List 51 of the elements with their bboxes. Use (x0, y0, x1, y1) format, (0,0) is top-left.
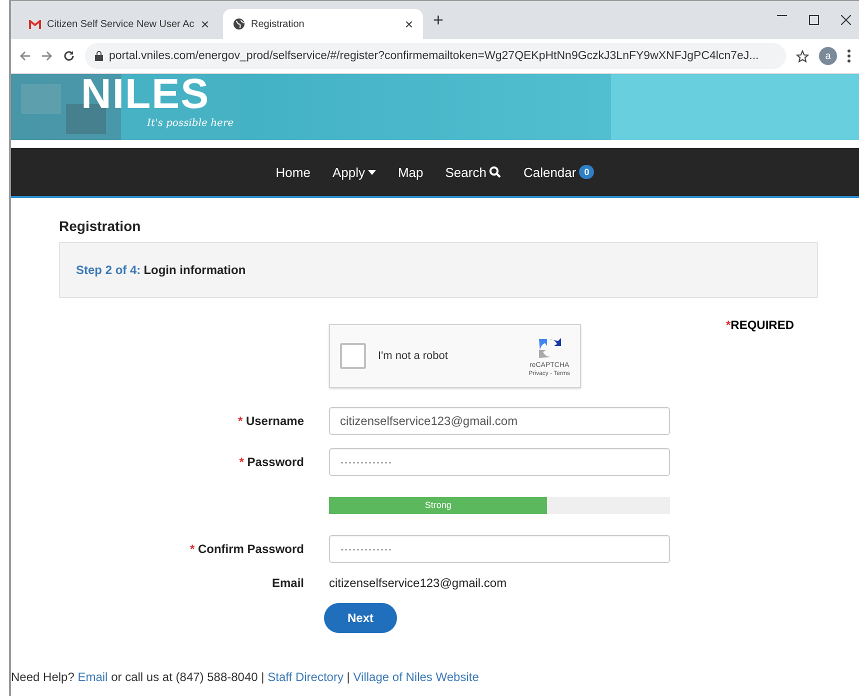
field-label: * Username (236, 414, 304, 428)
minimize-icon[interactable] (777, 15, 787, 17)
close-icon[interactable] (841, 15, 851, 25)
mail-icon (29, 20, 41, 28)
tab-title: Registration (251, 18, 306, 30)
nav-link[interactable]: Search (445, 164, 502, 180)
tab-title: Citizen Self Service New User Ac (47, 18, 195, 30)
reload-icon[interactable] (63, 50, 75, 62)
address-bar[interactable]: portal.vniles.com/energov_prod/selfservice/#/register?confirmemailtoken=Wg27QEKpHtNn9GczkJ3LnFY9wXNFJgPC4lcn7eJ... (85, 43, 786, 69)
field-label: Email (270, 576, 304, 590)
nav-link[interactable]: Apply (332, 164, 376, 180)
lock-icon (95, 51, 103, 61)
website-link[interactable]: Village of Niles Website (353, 670, 479, 684)
nav-link[interactable]: Calendar 0 (523, 164, 594, 180)
required-note: *REQUIRED (726, 318, 794, 332)
star-icon[interactable] (796, 50, 809, 62)
globe-icon (233, 18, 245, 30)
close-button[interactable]: × (404, 16, 413, 32)
close-button[interactable]: × (200, 16, 209, 32)
recaptcha-icon (537, 336, 562, 360)
tagline: It's possible here (147, 118, 234, 129)
new-tab-button[interactable]: + (427, 8, 450, 32)
help-text: Need Help? Email or call us at (847) 588-8040 | Staff Directory | Village of Niles Website (11, 670, 480, 686)
maximize-icon[interactable] (809, 15, 819, 25)
step-number: Step 2 of 4: (76, 263, 141, 277)
url-text: portal.vniles.com/energov_prod/selfservice/#/register?confirmemailtoken=Wg27QEKpHtNn9GczkJ3LnFY9wXNFJgPC4lcn7eJ... (109, 50, 759, 62)
menu-icon[interactable] (847, 49, 851, 63)
input-field[interactable]: ············· (329, 448, 670, 476)
back-icon[interactable] (19, 50, 31, 62)
search-icon (489, 166, 502, 178)
nav-link[interactable]: Map (398, 164, 424, 180)
caret-icon (368, 170, 376, 174)
count-badge: 0 (579, 165, 594, 179)
email-link[interactable]: Email (78, 670, 108, 684)
field-label: * Confirm Password (188, 542, 304, 556)
nav-link[interactable]: Home (276, 164, 310, 180)
browser-tab[interactable]: Registration × (223, 9, 423, 39)
input-field[interactable]: citizenselfservice123@gmail.com (329, 407, 670, 435)
forward-icon[interactable] (41, 50, 53, 62)
checkbox-label: I'm not a robot (378, 350, 448, 362)
email-value: citizenselfservice123@gmail.com (329, 576, 508, 590)
staff-directory-link[interactable]: Staff Directory (268, 670, 344, 684)
field-label: * Password (238, 455, 304, 469)
strength-reading: Strong (424, 499, 452, 512)
input-field[interactable]: ············· (329, 535, 670, 563)
browser-tab[interactable]: Citizen Self Service New User Ac × (19, 9, 219, 39)
next-button[interactable]: Next (324, 603, 397, 633)
page-title: Registration (59, 218, 142, 234)
checkbox[interactable] (340, 343, 366, 369)
step-name: Login information (144, 263, 246, 277)
profile-avatar[interactable]: a (819, 47, 837, 65)
